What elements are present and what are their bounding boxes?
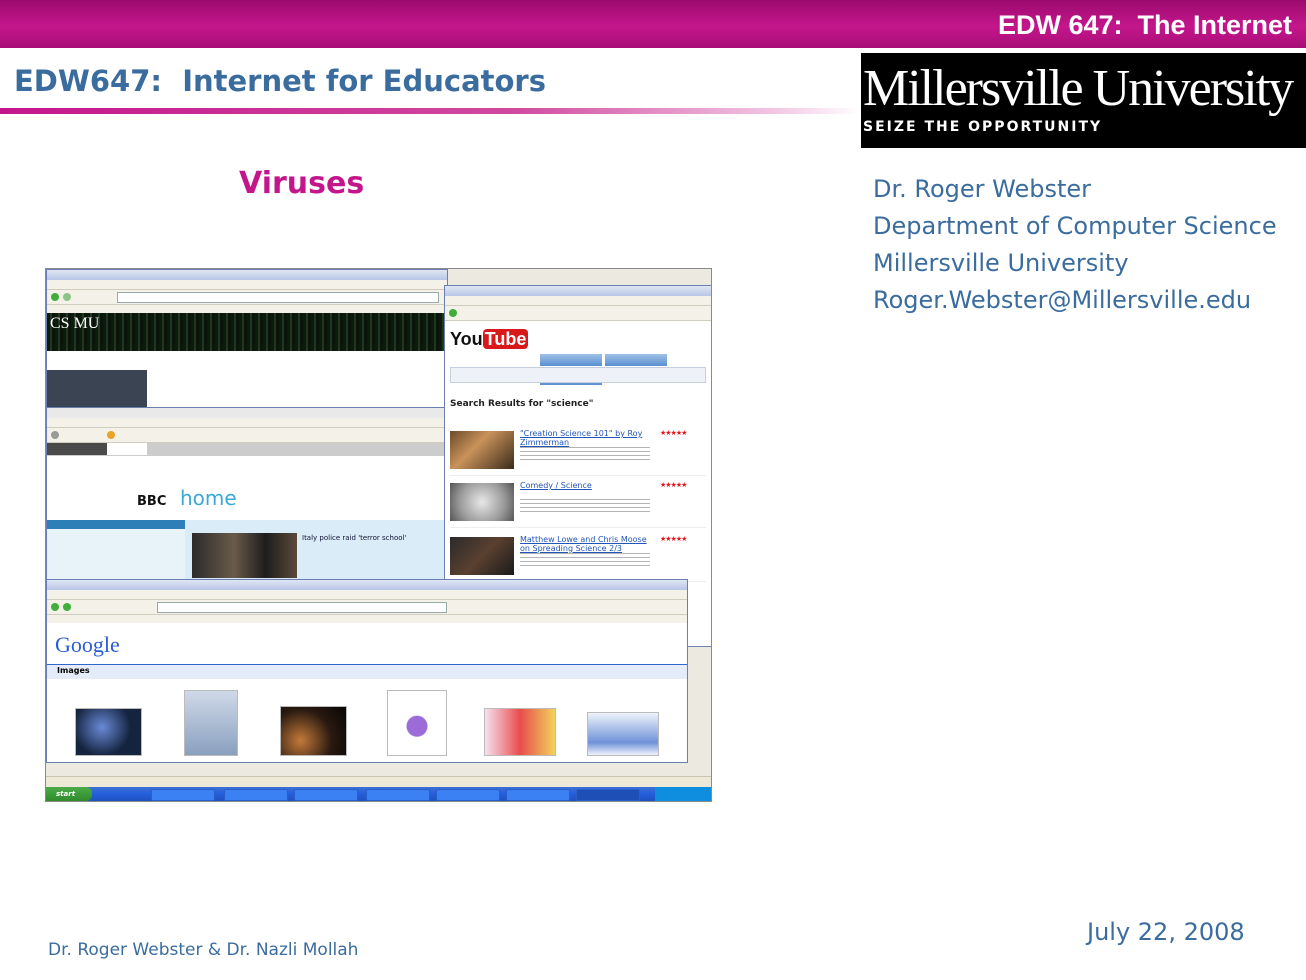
taskbar-item (506, 789, 570, 801)
image-thumbnail (587, 712, 659, 756)
university-logo: Millersville University SEIZE THE OPPORT… (861, 53, 1306, 148)
links-bar (47, 615, 687, 623)
google-images-label: Images (57, 666, 90, 675)
google-logo: Google (55, 632, 120, 657)
bbc-news-photo (192, 533, 297, 578)
menu-bar (47, 280, 447, 290)
rating-stars: ★★★★★ (660, 481, 687, 489)
youtube-logo-you: You (450, 329, 483, 349)
browser-toolbar (47, 428, 445, 443)
contact-email: Roger.Webster@Millersville.edu (873, 286, 1252, 314)
video-thumbnail (450, 483, 514, 521)
window-titlebar (47, 580, 687, 590)
contact-department: Department of Computer Science (873, 212, 1277, 240)
title-underline (0, 108, 860, 114)
youtube-result: Comedy / Science ★★★★★ (450, 479, 706, 528)
video-title: Comedy / Science (520, 481, 592, 490)
window-titlebar (47, 408, 445, 418)
taskbar-item (224, 789, 288, 801)
youtube-logo: You Tube (450, 329, 529, 350)
taskbar-item (294, 789, 358, 801)
contact-name: Dr. Roger Webster (873, 175, 1092, 203)
header-title: EDW 647: The Internet (997, 10, 1292, 40)
youtube-nav-tabs (540, 351, 711, 385)
back-icon (51, 603, 59, 611)
back-icon (449, 309, 457, 317)
course-title: EDW647: Internet for Educators (14, 64, 546, 98)
youtube-tab (540, 354, 602, 366)
logo-wordmark: Millersville University (863, 60, 1294, 117)
contact-block: Dr. Roger Webster Department of Computer… (873, 171, 1277, 319)
address-bar (157, 602, 447, 613)
bbc-tabs (47, 443, 445, 456)
csmu-banner: CS MU (47, 313, 447, 351)
taskbar-item (151, 789, 215, 801)
forward-icon (63, 293, 71, 301)
video-title: Matthew Lowe and Chris Moose on Spreadin… (520, 535, 647, 553)
image-thumbnail (75, 708, 142, 756)
browser-toolbar (445, 306, 711, 321)
logo-tagline: SEIZE THE OPPORTUNITY (863, 119, 1103, 135)
header-bar: EDW 647: The Internet (0, 0, 1306, 48)
slide-date: July 22, 2008 (1087, 918, 1245, 946)
image-thumbnail (484, 708, 556, 756)
youtube-search-box (450, 367, 706, 383)
links-bar (47, 305, 447, 313)
contact-university: Millersville University (873, 249, 1129, 277)
bbc-headline: Italy police raid 'terror school' (302, 534, 407, 542)
video-description (520, 447, 650, 463)
system-tray (655, 787, 711, 801)
window-titlebar (47, 270, 447, 280)
bbc-logo: BBC (137, 494, 167, 509)
video-description (520, 553, 650, 569)
slide-title: Viruses (239, 166, 365, 201)
menu-bar (445, 296, 711, 306)
rating-stars: ★★★★★ (660, 429, 687, 437)
taskbar-item (436, 789, 500, 801)
rating-stars: ★★★★★ (660, 535, 687, 543)
window-google-images: Google Images (46, 579, 688, 763)
image-thumbnail (387, 690, 447, 756)
browser-toolbar (47, 290, 447, 305)
window-csmu: CS MU (46, 269, 448, 411)
address-bar (117, 292, 439, 303)
window-titlebar (445, 286, 711, 296)
video-thumbnail (450, 537, 514, 575)
youtube-logo-tube: Tube (482, 329, 529, 349)
home-icon (107, 431, 115, 439)
image-thumbnail (184, 690, 238, 756)
forward-icon (63, 603, 71, 611)
video-description (520, 499, 650, 515)
status-bar (46, 776, 711, 787)
browser-collage-screenshot: CS MU BBC home Italy police raid 'terror… (45, 268, 712, 802)
youtube-result: "Creation Science 101" by Roy Zimmerman … (450, 427, 706, 476)
image-thumbnail (280, 706, 347, 756)
youtube-tab (605, 354, 667, 366)
bbc-sidebar (47, 520, 185, 580)
back-icon (51, 431, 59, 439)
windows-taskbar: start (46, 787, 711, 801)
browser-toolbar (47, 600, 687, 615)
footer-authors: Dr. Roger Webster & Dr. Nazli Mollah (48, 940, 359, 960)
window-bbc: BBC home Italy police raid 'terror schoo… (46, 407, 446, 581)
csmu-sidebar (47, 370, 147, 410)
csmu-logo: CS MU (50, 315, 100, 332)
menu-bar (47, 418, 445, 428)
youtube-result: Matthew Lowe and Chris Moose on Spreadin… (450, 533, 706, 582)
google-results-bar: Images (47, 664, 687, 679)
start-button: start (46, 787, 92, 801)
bbc-home-wordmark: home (180, 486, 237, 510)
video-thumbnail (450, 431, 514, 469)
back-icon (51, 293, 59, 301)
taskbar-item (576, 789, 640, 801)
menu-bar (47, 590, 687, 600)
taskbar-item (366, 789, 430, 801)
video-title: "Creation Science 101" by Roy Zimmerman (520, 429, 643, 447)
youtube-search-heading: Search Results for "science" (450, 399, 594, 409)
